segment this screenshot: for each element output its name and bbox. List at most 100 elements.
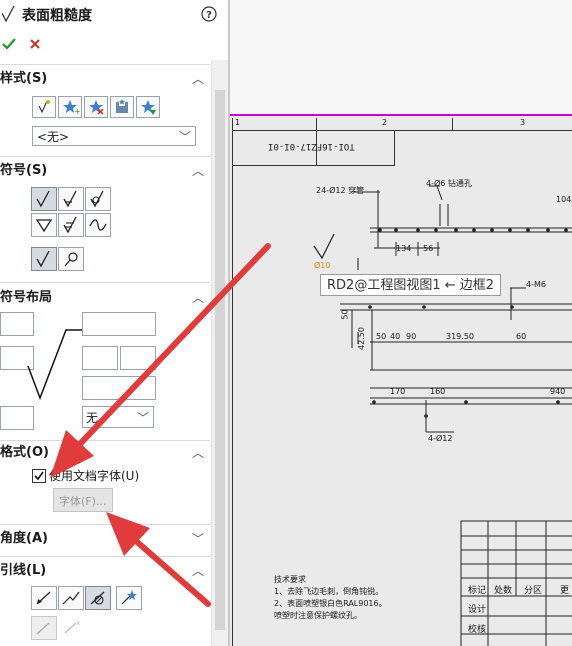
cancel-x-icon[interactable] <box>30 39 40 49</box>
dim-text: 160 <box>430 387 446 396</box>
load-style-icon[interactable] <box>136 96 160 118</box>
dim-text: 940 <box>550 387 566 396</box>
svg-text:+: + <box>74 107 81 116</box>
dim-text: 60 <box>516 332 527 341</box>
scrollbar-thumb[interactable] <box>215 90 225 630</box>
symbol-basic-button[interactable] <box>31 187 57 211</box>
zone-label: 3 <box>520 118 526 127</box>
update-style-icon[interactable]: + <box>58 96 82 118</box>
page-title: 表面粗糙度 <box>22 8 92 24</box>
chevron-up-icon[interactable]: ︿ <box>192 447 204 459</box>
table-header: 更 <box>560 586 570 596</box>
chevron-up-icon[interactable]: ︿ <box>192 73 204 85</box>
machining-required-icon <box>63 190 77 208</box>
panel-scrollbar[interactable] <box>211 60 228 646</box>
style-dropdown[interactable]: <无> ﹀ <box>32 126 196 146</box>
save-style-icon[interactable] <box>110 96 134 118</box>
drawing-number-text: TOI-16FZ17-0I-0I <box>268 141 355 151</box>
all-around-icon <box>36 250 50 268</box>
delete-style-icon[interactable] <box>84 96 108 118</box>
section-header-symbol[interactable]: 符号(S) <box>0 160 47 182</box>
table-header: 标记 <box>468 586 487 596</box>
symbol-all-around-button[interactable] <box>31 247 57 271</box>
zone-tick <box>316 118 317 130</box>
leader-straight-button[interactable] <box>31 586 57 610</box>
symbol-wave-button[interactable] <box>85 213 111 237</box>
no-leader-icon <box>90 591 105 605</box>
use-doc-font-checkbox[interactable] <box>32 469 46 483</box>
divider <box>0 282 210 283</box>
table-header: 处数 <box>494 586 513 596</box>
symbol-machining-required-button[interactable] <box>58 187 84 211</box>
layout-field-d[interactable] <box>82 346 118 370</box>
layout-field-b[interactable] <box>82 312 156 336</box>
drawing-canvas[interactable]: 1 2 3 TOI-16FZ17-0I-0I 24-Ø12 穿管 4-Ø6 钻通… <box>230 0 572 646</box>
svg-text:x: x <box>76 619 80 627</box>
chevron-up-icon[interactable]: ︿ <box>192 292 204 304</box>
symbol-leader-circle-button[interactable] <box>58 247 84 271</box>
add-style-icon[interactable] <box>32 96 56 118</box>
sheet-border <box>230 114 572 116</box>
roughness-symbol-icon <box>2 5 15 23</box>
dim-text: 42.50 <box>356 327 366 350</box>
ok-check-icon[interactable] <box>2 38 16 50</box>
annotation-text: 4-Ø12 <box>428 434 453 443</box>
dim-text: 50 <box>340 309 350 320</box>
help-circle-icon[interactable]: ? <box>201 6 217 22</box>
tooltip-text: RD2@工程图视图1 ← 边框2 <box>327 278 495 293</box>
section-header-layout[interactable]: 符号布局 <box>0 287 52 309</box>
basic-roughness-icon <box>36 190 50 208</box>
layout-field-f[interactable] <box>82 376 156 400</box>
chevron-up-icon[interactable]: ︿ <box>192 565 204 577</box>
divider <box>0 156 210 157</box>
zone-label: 1 <box>235 118 241 127</box>
section-header-angle[interactable]: 角度(A) <box>0 528 48 550</box>
leader-disabled-a-button[interactable] <box>31 616 57 640</box>
tech-line: 2、表面喷塑银白色RAL9016。 <box>274 599 387 608</box>
chevron-up-icon[interactable]: ︿ <box>192 165 204 177</box>
section-header-style[interactable]: 样式(S) <box>0 68 47 90</box>
table-header: 分区 <box>524 586 543 596</box>
zone-tick <box>452 118 453 130</box>
svg-text:?: ? <box>206 10 212 21</box>
section-header-format[interactable]: 格式(O) <box>0 442 49 464</box>
divider <box>0 440 210 441</box>
divider <box>0 64 210 65</box>
wave-icon <box>89 219 107 231</box>
style-dropdown-value: <无> <box>37 130 70 144</box>
dim-text: 50 <box>376 332 387 341</box>
circle-leader-icon <box>64 252 78 267</box>
symbol-local-button[interactable] <box>31 213 57 237</box>
zone-label: 2 <box>382 118 388 127</box>
layout-symbol-diagram <box>27 329 82 401</box>
triangle-icon <box>35 219 53 233</box>
leader-bent-button[interactable] <box>58 586 84 610</box>
dim-text: 40 <box>390 332 401 341</box>
symbol-machining-prohibited-button[interactable] <box>85 187 111 211</box>
font-button-label: 字体(F)... <box>59 495 107 508</box>
canvas-background <box>230 0 572 114</box>
leader-bent-icon <box>62 591 80 605</box>
check-icon <box>34 471 44 481</box>
jis-roughness-icon <box>63 216 77 234</box>
selection-tooltip: RD2@工程图视图1 ← 边框2 <box>320 274 502 296</box>
machining-prohibited-icon <box>90 190 104 208</box>
chevron-down-icon[interactable]: ﹀ <box>192 533 204 545</box>
leader-none-button[interactable] <box>85 586 111 610</box>
section-header-leader[interactable]: 引线(L) <box>0 560 46 582</box>
leader-style-b-icon[interactable]: x <box>60 616 84 638</box>
font-button[interactable]: 字体(F)... <box>53 488 113 512</box>
selected-roughness-text[interactable]: Ø10 <box>314 261 330 270</box>
symbol-jis-button[interactable] <box>58 213 84 237</box>
dim-text: 134 <box>396 244 412 253</box>
layout-field-e[interactable] <box>120 346 156 370</box>
lay-direction-value: 无 <box>86 411 99 425</box>
leader-auto-button[interactable] <box>116 586 142 610</box>
dim-text: 319.50 <box>446 332 474 341</box>
annotation-text: 24-Ø12 穿管 <box>316 186 365 195</box>
dim-text: 170 <box>390 387 406 396</box>
lay-direction-dropdown[interactable]: 无 ﹀ <box>82 406 154 428</box>
tech-title: 技术要求 <box>274 575 306 584</box>
dim-text: 90 <box>406 332 417 341</box>
use-doc-font-label[interactable]: 使用文档字体(U) <box>49 467 139 484</box>
